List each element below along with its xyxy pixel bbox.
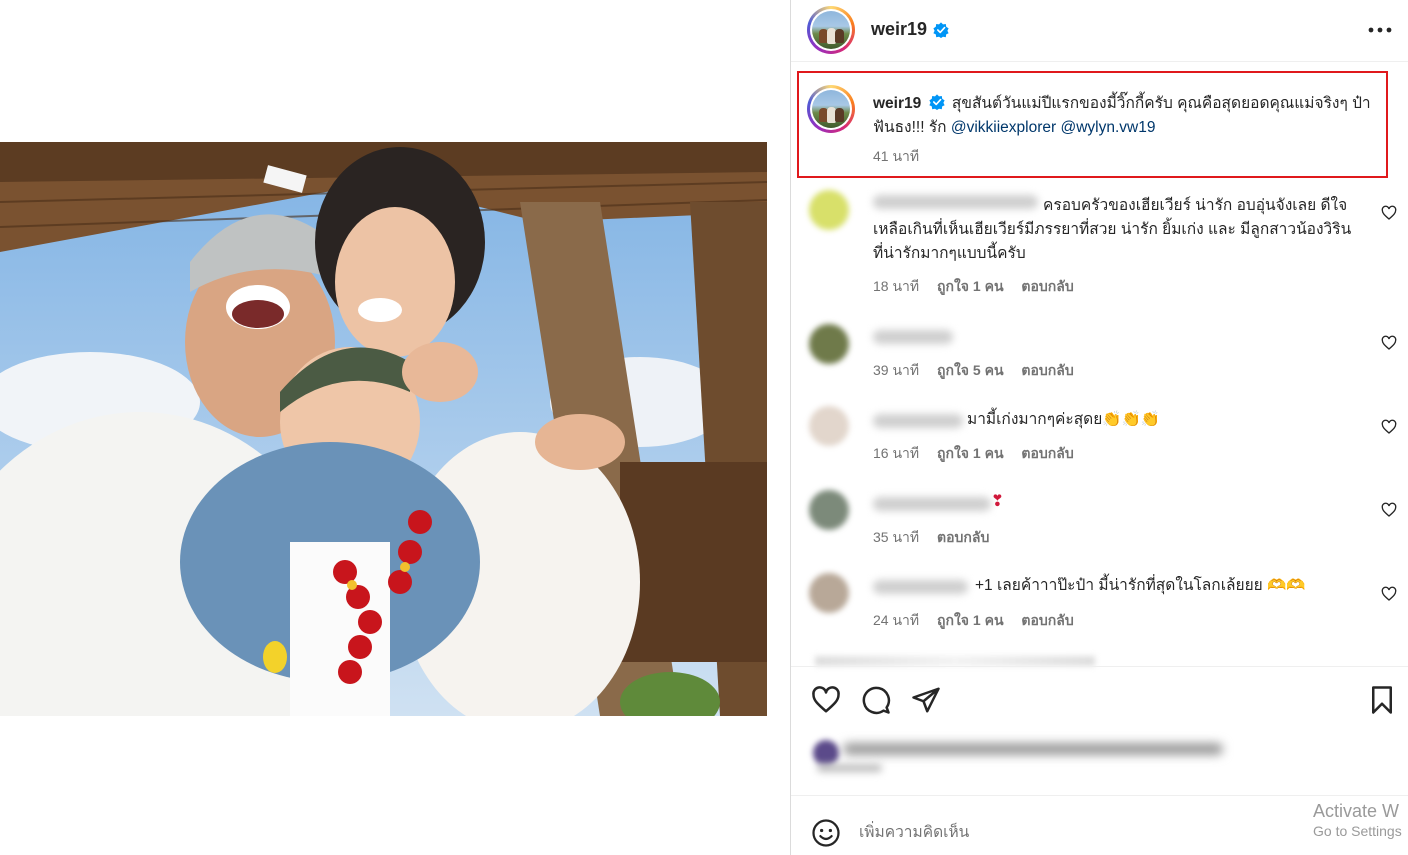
comment-4-reply-button[interactable]: ตอบกลับ: [937, 529, 989, 545]
comment-3-text: มามี้เก่งมากๆค่ะสุดย👏👏👏: [967, 411, 1161, 428]
comment-5-meta: 24 นาที ถูกใจ 1 คน ตอบกลับ: [873, 610, 1074, 632]
comment-3-reply-button[interactable]: ตอบกลับ: [1021, 445, 1073, 461]
comment-5-like-heart-icon[interactable]: [1381, 586, 1397, 602]
comment-5-likes[interactable]: ถูกใจ 1 คน: [937, 612, 1004, 628]
comment-5-text: +1 เลยค้าาาป๊ะป๋า มี้น่ารักที่สุดในโลกเล…: [975, 577, 1306, 594]
comment-1-time: 18 นาที: [873, 278, 920, 294]
comment-2-avatar[interactable]: [809, 324, 849, 364]
comment-3-time: 16 นาที: [873, 445, 920, 461]
caption-timestamp: 41 นาที: [873, 146, 919, 168]
comment-4-avatar[interactable]: [809, 490, 849, 530]
post-action-bar: [791, 666, 1408, 726]
watermark-title: Activate W: [1313, 801, 1400, 821]
caption-author-avatar[interactable]: [807, 85, 855, 133]
post-caption: weir19 สุขสันต์วันแม่ปีแรกของมี้วิ๊กกี้ค…: [873, 92, 1373, 140]
caption-time: 41 นาที: [873, 148, 920, 164]
comment-3-avatar[interactable]: [809, 406, 849, 446]
comment-3-likes[interactable]: ถูกใจ 1 คน: [937, 445, 1004, 461]
author-avatar[interactable]: [807, 6, 855, 54]
comment-3-meta: 16 นาที ถูกใจ 1 คน ตอบกลับ: [873, 443, 1074, 465]
comment-1-avatar[interactable]: [809, 190, 849, 230]
author-username[interactable]: weir19: [871, 19, 927, 40]
post-header: weir19: [791, 0, 1408, 62]
comment-1-meta: 18 นาที ถูกใจ 1 คน ตอบกลับ: [873, 276, 1074, 298]
caption-username[interactable]: weir19: [873, 95, 921, 112]
liked-by-summary: [807, 734, 1227, 774]
watermark-subtitle: Go to Settings: [1313, 823, 1402, 839]
comment-4-username[interactable]: [873, 497, 991, 511]
comment-icon[interactable]: [861, 685, 891, 715]
caption-verified-badge-icon: [928, 94, 945, 110]
post-media-panel: [0, 0, 790, 855]
comment-5-time: 24 นาที: [873, 612, 920, 628]
post-photo[interactable]: [0, 142, 767, 716]
comment-4-meta: 35 นาที ตอบกลับ: [873, 527, 989, 549]
family-selfie-illustration: [0, 142, 767, 716]
caption-mention-wylyn[interactable]: @wylyn.vw19: [1061, 119, 1156, 136]
comment-3-like-heart-icon[interactable]: [1381, 419, 1397, 435]
comment-3-username[interactable]: [873, 414, 963, 428]
comment-1-reply-button[interactable]: ตอบกลับ: [1021, 278, 1073, 294]
comment-2-time: 39 นาที: [873, 362, 920, 378]
comment-2-likes[interactable]: ถูกใจ 5 คน: [937, 362, 1004, 378]
share-icon[interactable]: [911, 685, 941, 715]
verified-badge-icon: [933, 22, 949, 38]
comment-4-like-heart-icon[interactable]: [1381, 502, 1397, 518]
comment-4-text: ❣: [991, 493, 1004, 510]
more-options-icon[interactable]: [1367, 20, 1393, 40]
comment-4-time: 35 นาที: [873, 529, 920, 545]
heart-icon[interactable]: [811, 685, 841, 715]
activate-windows-watermark: Activate W Go to Settings: [1313, 800, 1408, 840]
comment-5-reply-button[interactable]: ตอบกลับ: [1021, 612, 1073, 628]
comment-1-likes[interactable]: ถูกใจ 1 คน: [937, 278, 1004, 294]
comment-2-username[interactable]: [873, 330, 953, 344]
comment-2-meta: 39 นาที ถูกใจ 5 คน ตอบกลับ: [873, 360, 1074, 382]
comment-1-like-heart-icon[interactable]: [1381, 205, 1397, 221]
bookmark-icon[interactable]: [1367, 685, 1397, 715]
emoji-icon[interactable]: [811, 818, 841, 848]
comment-5-username[interactable]: [873, 580, 968, 594]
comment-2-like-heart-icon[interactable]: [1381, 335, 1397, 351]
comment-6-partial: [815, 656, 1095, 666]
caption-mention-vikkiiexplorer[interactable]: @vikkiiexplorer: [951, 119, 1056, 136]
add-comment-input[interactable]: [859, 820, 1289, 846]
comment-5-avatar[interactable]: [809, 573, 849, 613]
comment-2-reply-button[interactable]: ตอบกลับ: [1021, 362, 1073, 378]
post-side-panel: weir19 weir19 สุขสันต์วันแม่ปีแรกของมี้ว…: [790, 0, 1408, 855]
comment-1-text: ครอบครัวของเฮียเวียร์ น่ารัก อบอุ่นจังเล…: [873, 197, 1352, 262]
